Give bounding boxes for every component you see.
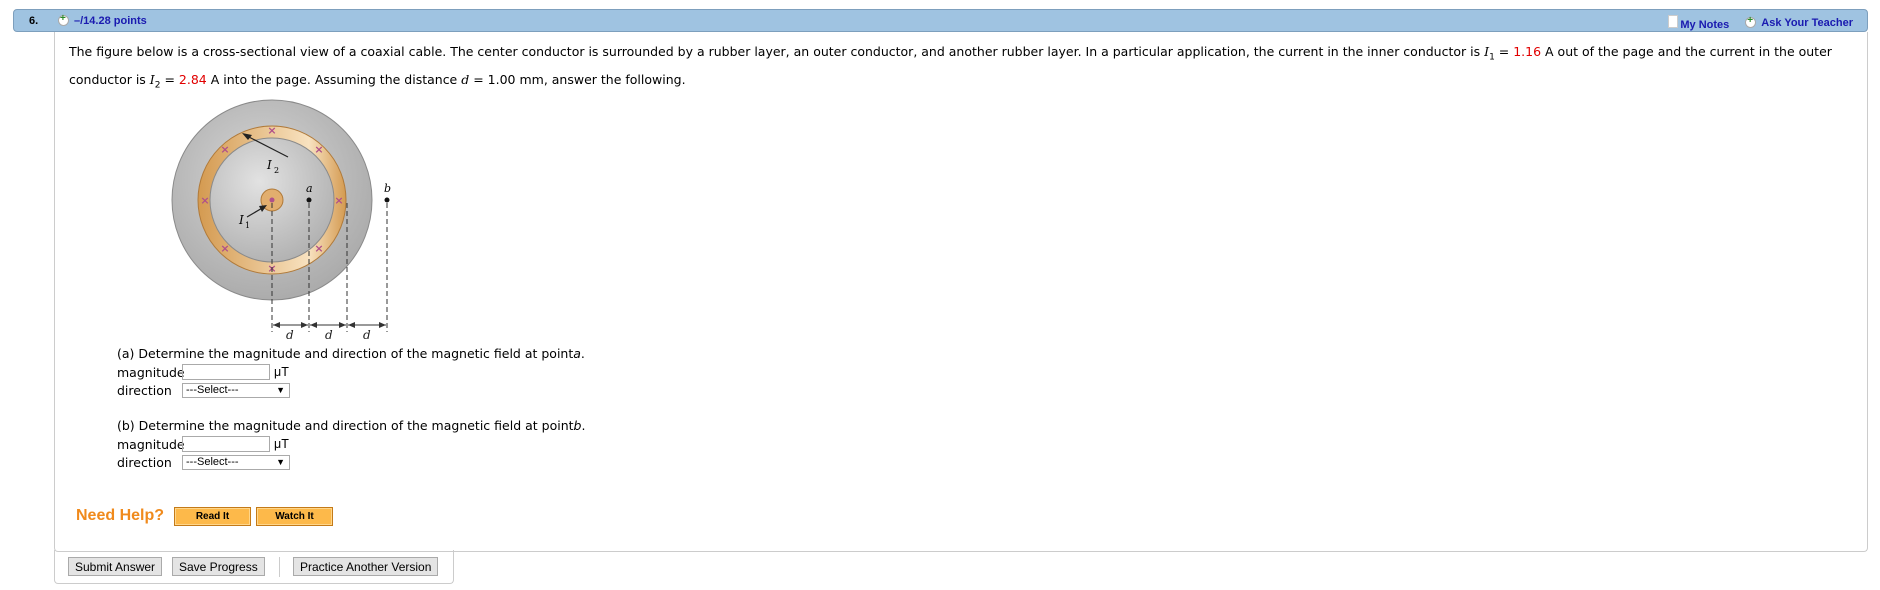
svg-text:a: a [306,182,313,195]
my-notes-link[interactable]: My Notes [1668,15,1729,31]
ask-teacher-label: Ask Your Teacher [1761,17,1853,29]
svg-text:d: d [363,328,371,342]
unit-label: μT [274,437,289,451]
svg-text:×: × [220,143,229,156]
part-a: (a) Determine the magnitude and directio… [117,345,585,398]
ask-teacher-link[interactable]: Ask Your Teacher [1745,15,1853,29]
save-progress-button[interactable]: Save Progress [172,557,265,576]
point-b [384,197,390,203]
question-header: 6. –/14.28 points My Notes Ask Your Teac… [13,9,1868,32]
part-b-prompt: (b) Determine the magnitude and directio… [117,417,574,433]
submit-answer-button[interactable]: Submit Answer [68,557,163,576]
current-out-dot [269,197,275,203]
svg-text:d: d [325,328,333,342]
svg-text:×: × [267,124,276,137]
part-a-prompt: (a) Determine the magnitude and directio… [117,345,574,361]
svg-text:1: 1 [245,221,250,230]
divider [279,557,280,577]
part-b: (b) Determine the magnitude and directio… [117,417,586,470]
points-toggle[interactable]: –/14.28 points [58,13,147,27]
magnitude-input-a[interactable] [182,364,270,380]
my-notes-label: My Notes [1680,19,1730,31]
note-page-icon [1668,15,1679,28]
svg-text:×: × [314,143,323,156]
svg-text:2: 2 [274,166,279,175]
points-label: –/14.28 points [74,15,147,27]
plus-circle-icon [1745,15,1757,28]
magnitude-label: magnitude [117,364,185,380]
I1-value: 1.16 [1513,44,1542,59]
practice-another-version-button[interactable]: Practice Another Version [293,557,439,576]
dropdown-arrow-icon: ▼ [276,457,285,467]
svg-text:I: I [266,158,272,172]
read-it-button[interactable]: Read It [174,507,251,526]
svg-text:×: × [314,242,323,255]
svg-text:I: I [238,213,244,227]
svg-text:×: × [220,242,229,255]
need-help-label: Need Help? [76,507,165,524]
svg-text:×: × [334,194,343,207]
direction-select-a[interactable]: ---Select--- ▼ [182,382,290,398]
unit-label: μT [274,365,289,379]
svg-text:d: d [286,328,294,342]
I2-value: 2.84 [178,71,207,87]
coaxial-cable-figure: ××× × × × ×× I 2 I 1 a b d d d [171,99,391,342]
direction-label: direction [117,454,172,470]
watch-it-button[interactable]: Watch It [256,507,333,526]
question-text: The figure below is a cross-sectional vi… [69,44,1832,90]
magnitude-input-b[interactable] [182,436,270,452]
direction-label: direction [117,382,172,398]
dropdown-arrow-icon: ▼ [276,385,285,395]
svg-text:b: b [384,182,391,195]
question-number: 6. [29,15,39,27]
expand-plus-icon [58,13,69,26]
svg-text:×: × [200,194,209,207]
magnitude-label: magnitude [117,436,185,452]
point-a [306,197,312,203]
direction-select-b[interactable]: ---Select--- ▼ [182,454,290,470]
